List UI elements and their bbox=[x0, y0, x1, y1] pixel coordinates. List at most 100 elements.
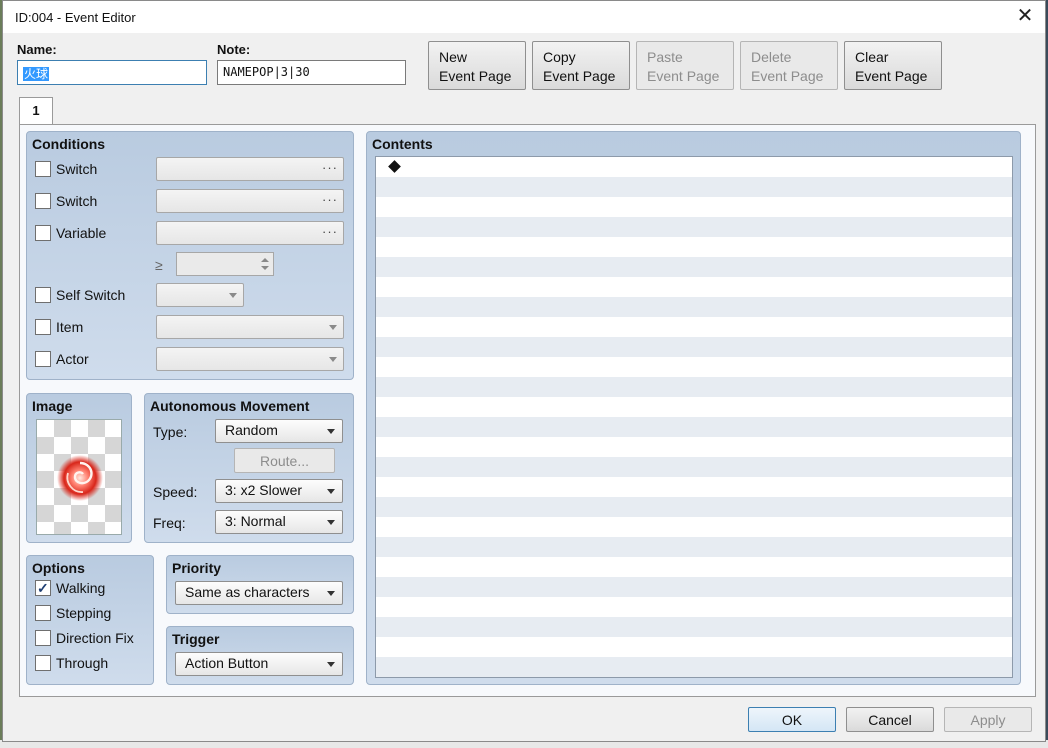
list-item bbox=[376, 337, 1012, 357]
switch2-selector[interactable]: ··· bbox=[156, 189, 344, 213]
switch2-checkbox[interactable] bbox=[35, 193, 51, 209]
new-event-page-line1: New bbox=[439, 49, 468, 65]
actor-checkbox-row[interactable]: Actor bbox=[35, 351, 89, 367]
image-title: Image bbox=[32, 398, 73, 414]
list-item[interactable] bbox=[376, 157, 1012, 177]
list-item bbox=[376, 537, 1012, 557]
chevron-down-icon bbox=[327, 489, 335, 494]
copy-event-page-line2: Event Page bbox=[543, 68, 616, 84]
name-field[interactable]: 火球 bbox=[17, 60, 207, 85]
cancel-button[interactable]: Cancel bbox=[846, 707, 934, 732]
switch1-label: Switch bbox=[56, 161, 98, 177]
direction-fix-checkbox-row[interactable]: Direction Fix bbox=[35, 630, 134, 646]
list-item bbox=[376, 577, 1012, 597]
trigger-dropdown[interactable]: Action Button bbox=[175, 652, 343, 676]
name-label: Name: bbox=[17, 42, 57, 57]
list-item bbox=[376, 377, 1012, 397]
note-field[interactable]: NAMEPOP|3|30 bbox=[217, 60, 406, 85]
freq-label: Freq: bbox=[153, 515, 186, 531]
contents-list[interactable] bbox=[375, 156, 1013, 678]
list-item bbox=[376, 197, 1012, 217]
priority-title: Priority bbox=[172, 560, 222, 576]
clear-event-page-line2: Event Page bbox=[855, 68, 928, 84]
conditions-title: Conditions bbox=[32, 136, 106, 152]
list-item bbox=[376, 497, 1012, 517]
stepping-checkbox-row[interactable]: Stepping bbox=[35, 605, 111, 621]
chevron-down-icon bbox=[327, 520, 335, 525]
paste-event-page-line2: Event Page bbox=[647, 68, 720, 84]
trigger-value: Action Button bbox=[185, 655, 269, 671]
freq-dropdown[interactable]: 3: Normal bbox=[215, 510, 343, 534]
item-checkbox-row[interactable]: Item bbox=[35, 319, 83, 335]
through-checkbox-row[interactable]: Through bbox=[35, 655, 108, 671]
options-title: Options bbox=[32, 560, 85, 576]
tab-page-1[interactable]: 1 bbox=[19, 97, 53, 125]
actor-checkbox[interactable] bbox=[35, 351, 51, 367]
walking-checkbox-row[interactable]: Walking bbox=[35, 580, 105, 596]
list-item bbox=[376, 277, 1012, 297]
freq-value: 3: Normal bbox=[225, 513, 286, 529]
event-image[interactable] bbox=[36, 419, 122, 535]
new-event-page-button[interactable]: New Event Page bbox=[428, 41, 526, 90]
new-event-page-line2: Event Page bbox=[439, 68, 512, 84]
ellipsis-icon: ··· bbox=[322, 160, 338, 175]
list-item bbox=[376, 237, 1012, 257]
trigger-title: Trigger bbox=[172, 631, 220, 647]
direction-fix-checkbox[interactable] bbox=[35, 630, 51, 646]
variable-checkbox[interactable] bbox=[35, 225, 51, 241]
movement-title: Autonomous Movement bbox=[150, 398, 310, 414]
movement-type-dropdown[interactable]: Random bbox=[215, 419, 343, 443]
variable-checkbox-row[interactable]: Variable bbox=[35, 225, 106, 241]
list-item bbox=[376, 597, 1012, 617]
delete-event-page-button[interactable]: Delete Event Page bbox=[740, 41, 838, 90]
switch1-checkbox[interactable] bbox=[35, 161, 51, 177]
contents-title: Contents bbox=[372, 136, 433, 152]
actor-dropdown[interactable] bbox=[156, 347, 344, 371]
chevron-down-icon bbox=[329, 357, 337, 362]
window-title: ID:004 - Event Editor bbox=[15, 9, 136, 25]
spinner-down-icon[interactable] bbox=[261, 266, 269, 270]
event-editor-window: ID:004 - Event Editor ✕ Name: 火球 Note: N… bbox=[2, 0, 1046, 742]
variable-value-spinner[interactable] bbox=[176, 252, 274, 276]
switch1-checkbox-row[interactable]: Switch bbox=[35, 161, 97, 177]
variable-selector[interactable]: ··· bbox=[156, 221, 344, 245]
list-item bbox=[376, 637, 1012, 657]
clear-event-page-line1: Clear bbox=[855, 49, 889, 65]
ok-button[interactable]: OK bbox=[748, 707, 836, 732]
title-bar: ID:004 - Event Editor ✕ bbox=[3, 1, 1045, 33]
self-switch-checkbox-row[interactable]: Self Switch bbox=[35, 287, 125, 303]
copy-event-page-button[interactable]: Copy Event Page bbox=[532, 41, 630, 90]
direction-fix-label: Direction Fix bbox=[56, 630, 134, 646]
item-dropdown[interactable] bbox=[156, 315, 344, 339]
chevron-down-icon bbox=[327, 429, 335, 434]
priority-dropdown[interactable]: Same as characters bbox=[175, 581, 343, 605]
list-item bbox=[376, 257, 1012, 277]
clear-event-page-button[interactable]: Clear Event Page bbox=[844, 41, 942, 90]
switch2-checkbox-row[interactable]: Switch bbox=[35, 193, 97, 209]
stepping-checkbox[interactable] bbox=[35, 605, 51, 621]
close-icon[interactable]: ✕ bbox=[1013, 5, 1037, 29]
stepping-label: Stepping bbox=[56, 605, 112, 621]
speed-dropdown[interactable]: 3: x2 Slower bbox=[215, 479, 343, 503]
route-button[interactable]: Route... bbox=[234, 448, 335, 473]
gte-symbol: ≥ bbox=[155, 257, 163, 273]
self-switch-label: Self Switch bbox=[56, 287, 126, 303]
movement-type-value: Random bbox=[225, 422, 278, 438]
item-checkbox[interactable] bbox=[35, 319, 51, 335]
spinner-up-icon[interactable] bbox=[261, 258, 269, 262]
list-item bbox=[376, 297, 1012, 317]
paste-event-page-button[interactable]: Paste Event Page bbox=[636, 41, 734, 90]
self-switch-dropdown[interactable] bbox=[156, 283, 244, 307]
variable-label: Variable bbox=[56, 225, 107, 241]
apply-button[interactable]: Apply bbox=[944, 707, 1032, 732]
chevron-down-icon bbox=[329, 325, 337, 330]
self-switch-checkbox[interactable] bbox=[35, 287, 51, 303]
walking-checkbox[interactable] bbox=[35, 580, 51, 596]
command-marker-icon bbox=[388, 160, 401, 173]
delete-event-page-line2: Event Page bbox=[751, 68, 824, 84]
through-checkbox[interactable] bbox=[35, 655, 51, 671]
name-value: 火球 bbox=[23, 67, 50, 81]
switch1-selector[interactable]: ··· bbox=[156, 157, 344, 181]
list-item bbox=[376, 557, 1012, 577]
list-item bbox=[376, 357, 1012, 377]
